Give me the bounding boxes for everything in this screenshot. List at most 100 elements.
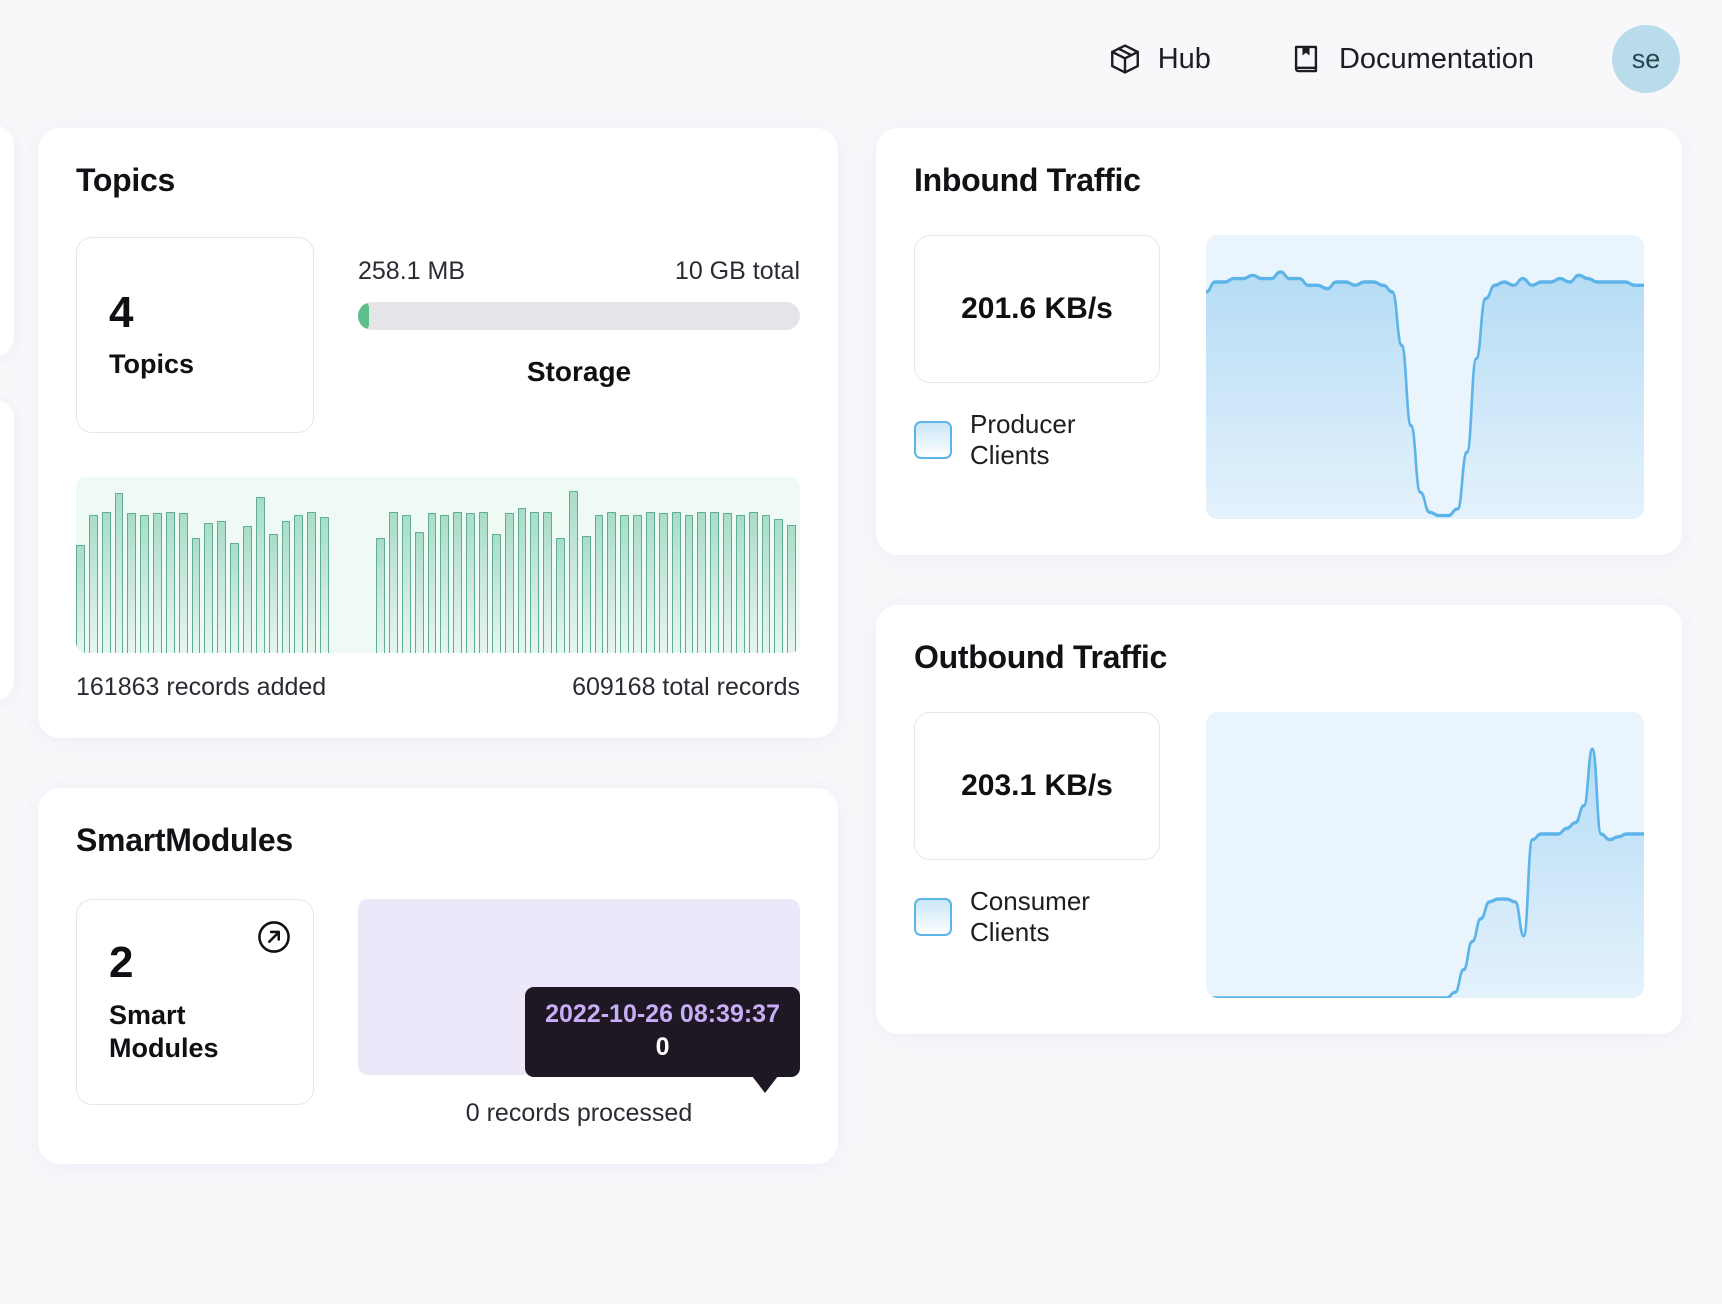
outbound-row: 203.1 KB/s Consumer Clients <box>914 712 1644 998</box>
bar <box>243 526 252 653</box>
bar <box>736 515 745 653</box>
bar <box>294 515 303 653</box>
bar <box>453 512 462 653</box>
bar <box>428 513 437 653</box>
outbound-left: 203.1 KB/s Consumer Clients <box>914 712 1160 948</box>
legend-swatch-icon <box>914 421 952 459</box>
bar <box>466 513 475 653</box>
bar <box>389 512 398 653</box>
outbound-legend-label: Consumer Clients <box>970 886 1160 948</box>
nav-link-documentation-label: Documentation <box>1339 43 1534 76</box>
smartmodules-caption: 0 records processed <box>358 1099 800 1128</box>
bar <box>518 508 527 653</box>
book-bookmark-icon <box>1289 42 1323 76</box>
outbound-traffic-card: Outbound Traffic 203.1 KB/s Consumer Cli… <box>876 605 1682 1034</box>
bar <box>556 538 565 653</box>
bar <box>307 512 316 653</box>
storage-progress-fill <box>358 302 369 330</box>
bar <box>543 512 552 653</box>
bar <box>787 525 796 653</box>
bar <box>402 515 411 653</box>
bar <box>230 543 239 653</box>
bar <box>192 538 201 653</box>
bar <box>774 519 783 653</box>
outbound-legend[interactable]: Consumer Clients <box>914 886 1160 948</box>
tooltip-arrow <box>752 1076 778 1093</box>
bar <box>89 515 98 653</box>
outbound-card-title: Outbound Traffic <box>914 639 1644 676</box>
smartmodules-card-title: SmartModules <box>76 822 800 859</box>
outbound-value: 203.1 KB/s <box>961 769 1113 803</box>
bar <box>127 513 136 653</box>
smartmodules-count-box: 2 Smart Modules <box>76 899 314 1105</box>
inbound-left: 201.6 KB/s Producer Clients <box>914 235 1160 471</box>
bar <box>204 523 213 653</box>
storage-values: 258.1 MB 10 GB total <box>358 257 800 286</box>
bar <box>179 513 188 653</box>
topics-card: Topics 4 Topics 258.1 MB 10 GB total Sto… <box>38 128 838 738</box>
storage-progress-track <box>358 302 800 330</box>
inbound-traffic-card: Inbound Traffic 201.6 KB/s Producer Clie… <box>876 128 1682 555</box>
avatar-initials: se <box>1632 44 1661 75</box>
bar <box>505 513 514 653</box>
bar <box>607 512 616 653</box>
bar <box>685 515 694 653</box>
tooltip-value: 0 <box>545 1031 780 1064</box>
bar <box>659 513 668 653</box>
smartmodules-summary-row: 2 Smart Modules 2022-10-26 08:39:37 0 0 … <box>76 899 800 1128</box>
bar <box>269 534 278 653</box>
bar <box>762 515 771 653</box>
right-column: Inbound Traffic 201.6 KB/s Producer Clie… <box>876 128 1682 1164</box>
inbound-legend[interactable]: Producer Clients <box>914 409 1160 471</box>
avatar[interactable]: se <box>1612 25 1680 93</box>
dashboard-grid: Topics 4 Topics 258.1 MB 10 GB total Sto… <box>38 128 1684 1164</box>
bar <box>479 512 488 653</box>
nav-link-hub[interactable]: Hub <box>1108 42 1211 76</box>
bar <box>166 512 175 653</box>
bar <box>282 521 291 653</box>
smartmodules-card: SmartModules 2 Smart Modules <box>38 788 838 1164</box>
topics-records-barchart[interactable] <box>76 477 800 653</box>
legend-swatch-icon <box>914 898 952 936</box>
bar <box>723 513 732 653</box>
topics-count-box: 4 Topics <box>76 237 314 433</box>
storage-section: 258.1 MB 10 GB total Storage <box>358 237 800 388</box>
storage-caption: Storage <box>358 356 800 388</box>
bar <box>376 538 385 653</box>
topics-count-value: 4 <box>109 288 281 339</box>
bar <box>672 512 681 653</box>
bar <box>569 491 578 653</box>
bar <box>492 534 501 653</box>
bar <box>582 536 591 653</box>
inbound-row: 201.6 KB/s Producer Clients <box>914 235 1644 519</box>
bar <box>710 512 719 653</box>
smartmodules-records-chart[interactable]: 2022-10-26 08:39:37 0 <box>358 899 800 1075</box>
bar <box>749 512 758 653</box>
arrow-up-right-circle-icon[interactable] <box>255 918 293 956</box>
nav-link-documentation[interactable]: Documentation <box>1289 42 1534 76</box>
outbound-traffic-chart[interactable] <box>1206 712 1644 998</box>
tooltip-timestamp: 2022-10-26 08:39:37 <box>545 999 780 1030</box>
bar <box>102 512 111 653</box>
smartmodules-count-label: Smart Modules <box>109 999 281 1067</box>
bar <box>76 545 85 653</box>
bar <box>320 517 329 653</box>
topics-summary-row: 4 Topics 258.1 MB 10 GB total Storage <box>76 237 800 433</box>
bar <box>140 515 149 653</box>
chart-tooltip: 2022-10-26 08:39:37 0 <box>525 987 800 1077</box>
topics-card-title: Topics <box>76 162 800 199</box>
bar <box>646 512 655 653</box>
bar <box>530 512 539 653</box>
topics-count-label: Topics <box>109 348 281 382</box>
bar <box>115 493 124 653</box>
inbound-value-box: 201.6 KB/s <box>914 235 1160 383</box>
bar <box>153 513 162 653</box>
left-column: Topics 4 Topics 258.1 MB 10 GB total Sto… <box>38 128 838 1164</box>
bar <box>633 515 642 653</box>
bar <box>697 512 706 653</box>
offscreen-panel-top <box>0 126 14 356</box>
bar <box>440 515 449 653</box>
total-records-label: 609168 total records <box>572 673 800 702</box>
inbound-traffic-chart[interactable] <box>1206 235 1644 519</box>
top-navigation-bar: Hub Documentation se <box>0 0 1722 118</box>
